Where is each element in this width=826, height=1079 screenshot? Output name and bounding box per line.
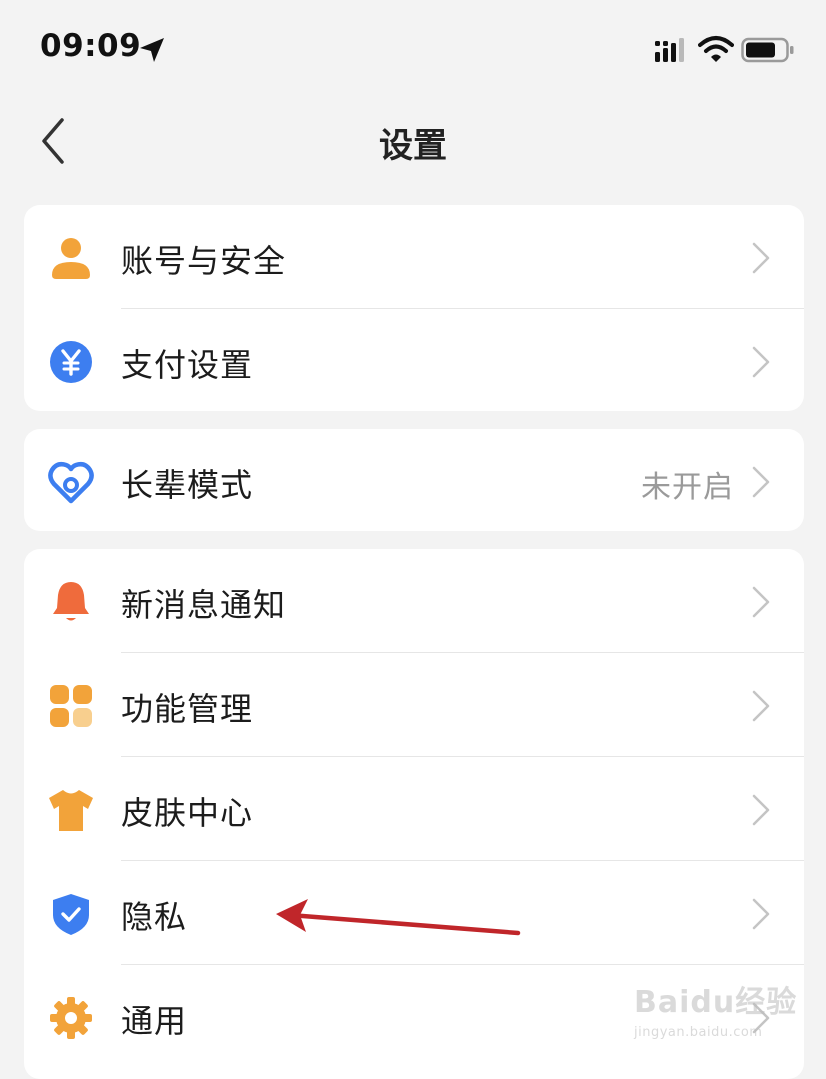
settings-item-elder-mode[interactable]: 长辈模式 未开启 (24, 429, 804, 531)
navigation-bar: 设置 (0, 100, 826, 182)
settings-item-account-security[interactable]: 账号与安全 (24, 205, 804, 309)
settings-item-label: 账号与安全 (121, 242, 287, 280)
watermark: Baidu经验 jingyan.baidu.com (632, 975, 812, 1050)
page-title: 设置 (379, 126, 447, 166)
chevron-right-icon (752, 690, 770, 722)
settings-item-payment[interactable]: 支付设置 (24, 309, 804, 411)
settings-item-skin-center[interactable]: 皮肤中心 (24, 757, 804, 861)
chevron-right-icon (752, 586, 770, 618)
bell-icon (53, 582, 89, 621)
tshirt-icon (49, 790, 93, 831)
settings-item-label: 新消息通知 (121, 586, 287, 624)
chevron-right-icon (752, 794, 770, 826)
wifi-icon (698, 36, 734, 62)
settings-item-label: 通用 (121, 1002, 188, 1040)
settings-item-label: 隐私 (121, 898, 188, 936)
chevron-right-icon (752, 898, 770, 930)
user-icon (52, 238, 90, 279)
settings-item-label: 皮肤中心 (121, 794, 254, 832)
watermark-sub: jingyan.baidu.com (634, 1025, 763, 1040)
gear-icon (50, 997, 92, 1039)
settings-item-label: 功能管理 (121, 690, 254, 728)
cellular-signal-icon (655, 38, 684, 62)
settings-item-notifications[interactable]: 新消息通知 (24, 549, 804, 653)
chevron-right-icon (752, 466, 770, 498)
annotation-arrow (276, 899, 521, 936)
battery-icon (741, 37, 794, 63)
yuan-coin-icon (50, 341, 92, 383)
chevron-right-icon (752, 346, 770, 378)
heart-care-icon (48, 461, 94, 504)
settings-item-label: 长辈模式 (121, 466, 254, 504)
status-bar: 09:09 (0, 0, 826, 100)
settings-group-elder: 长辈模式 未开启 (24, 429, 804, 531)
location-arrow-icon (140, 38, 164, 62)
settings-item-features[interactable]: 功能管理 (24, 653, 804, 757)
shield-check-icon (53, 894, 89, 935)
chevron-right-icon (752, 242, 770, 274)
watermark-main: Baidu经验 (634, 985, 798, 1020)
grid-apps-icon (50, 685, 92, 727)
settings-item-label: 支付设置 (121, 346, 254, 384)
status-time: 09:09 (40, 28, 142, 64)
settings-group-account: 账号与安全 支付设置 (24, 205, 804, 411)
elder-mode-status: 未开启 (641, 470, 734, 505)
